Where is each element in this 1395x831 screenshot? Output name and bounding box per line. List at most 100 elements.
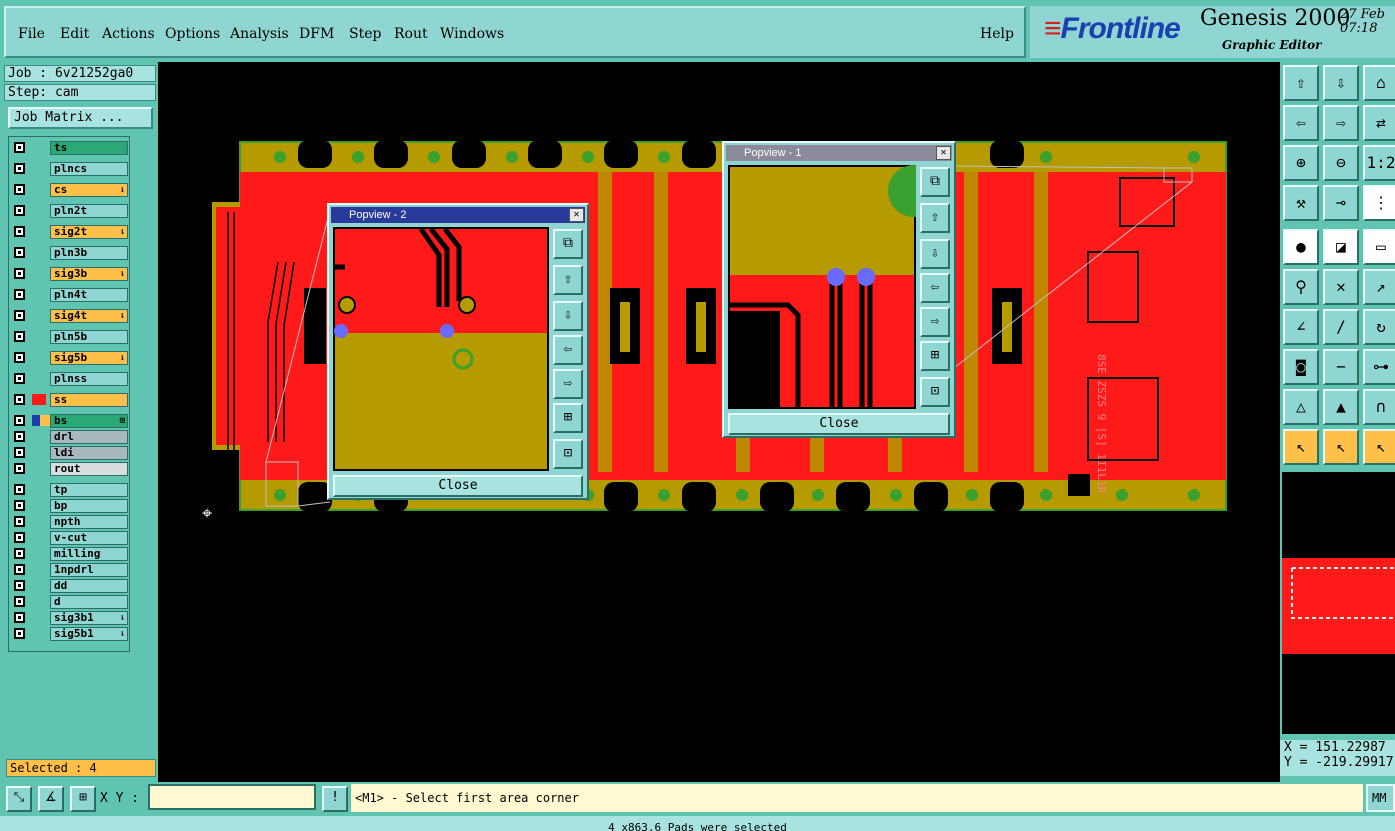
layer-name[interactable]: sig2t ⇂ (50, 225, 128, 239)
layer-row-drl[interactable]: drl (12, 430, 128, 444)
layer-row-pln2t[interactable]: pln2t (12, 204, 128, 218)
diagonal-icon[interactable]: / (1323, 309, 1359, 345)
layer-checkbox[interactable] (14, 484, 25, 495)
layer-name[interactable]: pln5b (50, 330, 128, 344)
layer-checkbox[interactable] (14, 289, 25, 300)
layer-checkbox[interactable] (14, 431, 25, 442)
layer-row-pln4t[interactable]: pln4t (12, 288, 128, 302)
layer-row-rout[interactable]: rout (12, 462, 128, 476)
menu-actions[interactable]: Actions (102, 26, 155, 42)
menu-analysis[interactable]: Analysis (230, 26, 289, 42)
layer-checkbox[interactable] (14, 516, 25, 527)
layer-checkbox[interactable] (14, 352, 25, 363)
zoom-in-icon[interactable]: ⊕ (1283, 145, 1319, 181)
minus-icon[interactable]: − (1323, 349, 1359, 385)
tools-icon[interactable]: ⚒ (1283, 185, 1319, 221)
layer-checkbox[interactable] (14, 612, 25, 623)
layer-checkbox[interactable] (14, 548, 25, 559)
pointer-area-icon[interactable]: ↖ (1363, 429, 1395, 465)
layer-checkbox[interactable] (14, 373, 25, 384)
layer-row-pln5b[interactable]: pln5b (12, 330, 128, 344)
layer-name[interactable]: pln3b (50, 246, 128, 260)
menu-edit[interactable]: Edit (60, 26, 89, 42)
layer-name[interactable]: drl (50, 430, 128, 444)
pan-right-icon[interactable]: ⇨ (1323, 105, 1359, 141)
layer-checkbox[interactable] (14, 331, 25, 342)
layer-name[interactable]: sig5b ⇂ (50, 351, 128, 365)
connect-icon[interactable]: ⚲ (1283, 269, 1319, 305)
layer-row-tp[interactable]: tp (12, 483, 128, 497)
layer-row-sig2t[interactable]: sig2t ⇂ (12, 225, 128, 239)
popview-2-canvas[interactable] (333, 227, 549, 471)
layer-row-plnss[interactable]: plnss (12, 372, 128, 386)
layer-row-ldi[interactable]: ldi (12, 446, 128, 460)
layer-name[interactable]: sig5b1 ⇂ (50, 627, 128, 641)
layer-checkbox[interactable] (14, 532, 25, 543)
pan-down-icon[interactable]: ⇩ (553, 301, 583, 331)
cross-icon[interactable]: ✕ (1323, 269, 1359, 305)
layer-checkbox[interactable] (14, 463, 25, 474)
info-icon[interactable]: ! (322, 786, 348, 812)
layer-row-1npdrl[interactable]: 1npdrl (12, 563, 128, 577)
layer-row-sig4t[interactable]: sig4t ⇂ (12, 309, 128, 323)
layer-name[interactable]: sig3b ⇂ (50, 267, 128, 281)
zoom-down-icon[interactable]: ⇩ (1323, 65, 1359, 101)
popview-1-titlebar[interactable]: Popview - 1 (726, 145, 952, 161)
flip-icon[interactable]: ⇄ (1363, 105, 1395, 141)
layer-name[interactable]: 1npdrl (50, 563, 128, 577)
menu-dfm[interactable]: DFM (299, 26, 334, 42)
net-icon[interactable]: ⋮ (1363, 185, 1395, 221)
layer-row-sig5b[interactable]: sig5b ⇂ (12, 351, 128, 365)
zoom-fit-icon[interactable]: ⧉ (553, 229, 583, 259)
probe-icon[interactable]: ⊸ (1323, 185, 1359, 221)
layer-row-plncs[interactable]: plncs (12, 162, 128, 176)
layer-name[interactable]: rout (50, 462, 128, 476)
layer-row-milling[interactable]: milling (12, 547, 128, 561)
zoom-in-icon[interactable]: ⊞ (920, 341, 950, 371)
layer-row-d[interactable]: d (12, 595, 128, 609)
job-matrix-button[interactable]: Job Matrix ... (8, 107, 153, 129)
arch-icon[interactable]: ∩ (1363, 389, 1395, 425)
layer-checkbox[interactable] (14, 415, 25, 426)
menu-options[interactable]: Options (165, 26, 220, 42)
layer-name[interactable]: sig3b1 ⇂ (50, 611, 128, 625)
layer-checkbox[interactable] (14, 500, 25, 511)
popview-2-close-icon[interactable]: ✕ (569, 208, 584, 222)
measure-icon[interactable]: ◪ (1323, 229, 1359, 265)
layer-row-sig3b1[interactable]: sig3b1 ⇂ (12, 611, 128, 625)
layer-checkbox[interactable] (14, 142, 25, 153)
angle-icon[interactable]: ∡ (38, 786, 64, 812)
layer-checkbox[interactable] (14, 447, 25, 458)
triangle-alt-icon[interactable]: ▲ (1323, 389, 1359, 425)
layer-row-ss[interactable]: ss (12, 393, 128, 407)
layer-checkbox[interactable] (14, 394, 25, 405)
zoom-fit-icon[interactable]: ⧉ (920, 167, 950, 197)
layer-name[interactable]: plncs (50, 162, 128, 176)
layer-name[interactable]: v-cut (50, 531, 128, 545)
pointer-select-icon[interactable]: ↖ (1323, 429, 1359, 465)
layer-name[interactable]: bs ⊞ (50, 414, 128, 428)
layer-checkbox[interactable] (14, 310, 25, 321)
layer-row-cs[interactable]: cs ⇂ (12, 183, 128, 197)
layer-checkbox[interactable] (14, 247, 25, 258)
layer-checkbox[interactable] (14, 628, 25, 639)
popview-2-titlebar[interactable]: Popview - 2 (331, 207, 585, 223)
pan-up-icon[interactable]: ⇧ (553, 265, 583, 295)
layer-checkbox[interactable] (14, 564, 25, 575)
popview-1-close-icon[interactable]: ✕ (936, 146, 951, 160)
pan-right-icon[interactable]: ⇨ (553, 369, 583, 399)
layer-checkbox[interactable] (14, 163, 25, 174)
layer-row-npth[interactable]: npth (12, 515, 128, 529)
grid-icon[interactable]: ⊞ (70, 786, 96, 812)
menu-step[interactable]: Step (349, 26, 381, 42)
layer-checkbox[interactable] (14, 184, 25, 195)
zoom-area-icon[interactable]: ⤡ (6, 786, 32, 812)
ruler-icon[interactable]: ▭ (1363, 229, 1395, 265)
select-icon[interactable]: ● (1283, 229, 1319, 265)
layer-row-ts[interactable]: ts (12, 141, 128, 155)
pan-down-icon[interactable]: ⇩ (920, 239, 950, 269)
popview-1-canvas[interactable] (728, 165, 916, 409)
xy-input[interactable] (148, 784, 316, 810)
layer-name[interactable]: dd (50, 579, 128, 593)
pan-right-icon[interactable]: ⇨ (920, 307, 950, 337)
